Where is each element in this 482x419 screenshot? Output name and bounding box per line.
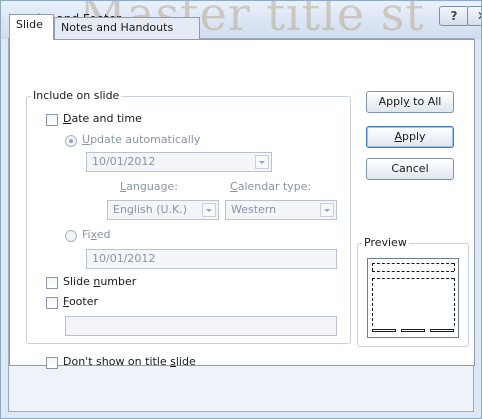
chevron-down-icon[interactable] (202, 203, 216, 217)
slide-preview (367, 258, 459, 338)
preview-title-placeholder-top (372, 263, 454, 264)
preview-date-placeholder (372, 329, 396, 332)
dont-show-on-title-slide-checkbox[interactable] (46, 357, 58, 369)
tab-notes-and-handouts[interactable]: Notes and Handouts (54, 17, 200, 39)
footer-checkbox[interactable] (46, 297, 58, 309)
preview-body-placeholder-top (372, 278, 454, 279)
date-and-time-checkbox[interactable] (46, 114, 58, 126)
date-format-select[interactable]: 10/01/2012 (86, 152, 272, 172)
preview-body-placeholder-left (372, 278, 373, 326)
preview-body-placeholder-right (454, 278, 455, 326)
help-button[interactable]: ? (439, 6, 469, 26)
preview-number-placeholder (430, 329, 454, 332)
chevron-down-icon[interactable] (320, 203, 334, 217)
fixed-label[interactable]: Fixed (82, 228, 111, 241)
language-value: English (U.K.) (113, 203, 188, 216)
language-label: Language: (120, 180, 179, 193)
include-on-slide-legend: Include on slide (31, 89, 122, 102)
preview-footer-placeholder (401, 329, 425, 332)
dont-show-on-title-slide-label[interactable]: Don't show on title slide (63, 355, 196, 368)
close-button[interactable]: ✕ (467, 6, 481, 26)
footer-text-field[interactable] (65, 316, 337, 336)
help-icon: ? (450, 9, 458, 23)
update-automatically-radio[interactable] (65, 135, 77, 147)
preview-title-placeholder-left (372, 263, 373, 271)
tab-slide[interactable]: Slide (9, 14, 54, 40)
date-and-time-label[interactable]: Date and time (63, 112, 142, 125)
fixed-radio[interactable] (65, 230, 77, 242)
update-automatically-label[interactable]: Update automatically (82, 133, 200, 146)
preview-legend: Preview (362, 236, 409, 249)
calendar-type-value: Western (231, 203, 277, 216)
slide-number-label[interactable]: Slide number (63, 275, 136, 288)
preview-title-placeholder-bottom (372, 271, 454, 272)
footer-label[interactable]: Footer (63, 295, 98, 308)
preview-title-placeholder-right (454, 263, 455, 271)
fixed-date-field[interactable]: 10/01/2012 (86, 249, 337, 269)
calendar-type-select[interactable]: Western (225, 200, 337, 220)
calendar-type-label: Calendar type: (230, 180, 312, 193)
apply-to-all-button[interactable]: Apply to All (366, 91, 454, 113)
close-icon: ✕ (477, 9, 481, 23)
chevron-down-icon[interactable] (255, 155, 269, 169)
date-format-value: 10/01/2012 (92, 155, 156, 168)
slide-number-checkbox[interactable] (46, 277, 58, 289)
apply-button[interactable]: Apply (366, 126, 454, 148)
language-select[interactable]: English (U.K.) (107, 200, 219, 220)
cancel-button[interactable]: Cancel (366, 158, 454, 180)
